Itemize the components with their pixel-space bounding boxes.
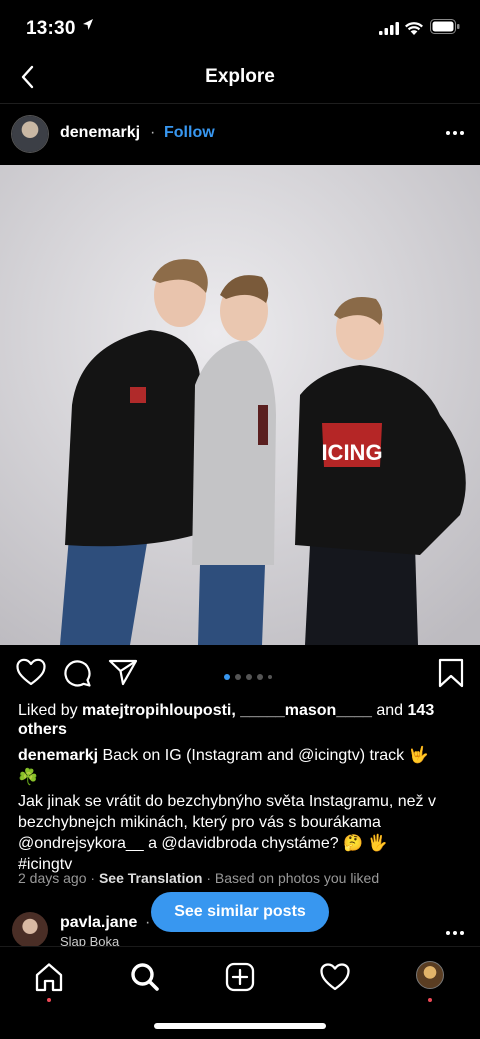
see-translation-link[interactable]: See Translation [99,870,202,886]
avatar[interactable] [416,961,444,989]
status-bar: 13:30 [0,0,480,56]
follow-button[interactable]: Follow [164,124,215,142]
see-similar-posts-button[interactable]: See similar posts [151,892,329,932]
carousel-dot [257,673,263,680]
home-icon[interactable] [33,961,65,993]
post-username[interactable]: denemarkj [60,124,140,142]
meta-separator: · [86,870,99,886]
carousel-dot [224,673,230,680]
add-post-icon[interactable] [224,961,256,993]
separator-dot: · [150,124,156,141]
location-arrow-icon [83,19,93,30]
carousel-dot [246,673,252,680]
search-icon[interactable] [129,961,161,993]
liker-username[interactable]: _____mason____ [240,702,372,719]
navigation-bar: Explore [0,56,480,102]
notification-dot [47,998,51,1002]
avatar[interactable] [12,116,48,152]
carousel-dot [235,673,241,680]
liker-username[interactable]: matejtropihlouposti [82,702,231,719]
more-dots-icon[interactable] [446,931,466,937]
home-indicator [154,1023,326,1029]
likes-prefix: Liked by [18,702,83,719]
post-caption: denemarkj Back on IG (Instagram and @ici… [18,745,468,876]
next-post-username[interactable]: pavla.jane [60,914,137,932]
meta-separator: · [202,870,215,886]
paper-plane-icon[interactable] [108,658,138,686]
cellular-signal-icon [379,22,399,35]
more-dots-icon[interactable] [446,131,466,137]
caption-line-2: ☘️ [18,769,38,786]
post-meta: 2 days ago · See Translation · Based on … [18,870,379,886]
comment-icon[interactable] [62,658,92,688]
page-title: Explore [205,66,275,87]
wifi-icon [405,22,423,35]
heart-icon[interactable] [16,658,46,686]
avatar[interactable] [12,912,48,948]
caption-body: Jak jinak se vrátit do bezchybnýho světa… [18,793,436,852]
post-header: denemarkj · Follow [0,104,480,164]
heart-icon[interactable] [319,961,351,993]
caption-username[interactable]: denemarkj [18,747,98,764]
battery-icon [430,19,460,34]
likes-summary: Liked by matejtropihlouposti, _____mason… [18,701,468,739]
post-age: 2 days ago [18,870,87,886]
recommendation-reason: Based on photos you liked [214,870,380,886]
caption-line-1: Back on IG (Instagram and @icingtv) trac… [98,747,429,764]
clock-time: 13:30 [26,18,76,39]
separator-dot: · [145,914,151,931]
photo-content: ICING [0,165,480,645]
bookmark-icon[interactable] [438,658,464,688]
notification-dot [428,998,432,1002]
carousel-dot [268,674,272,679]
likes-separator: , [231,702,241,719]
svg-text:ICING: ICING [321,440,382,465]
carousel-indicator [224,668,277,686]
post-photo[interactable]: ICING [0,165,480,645]
likes-and: and [371,702,408,719]
